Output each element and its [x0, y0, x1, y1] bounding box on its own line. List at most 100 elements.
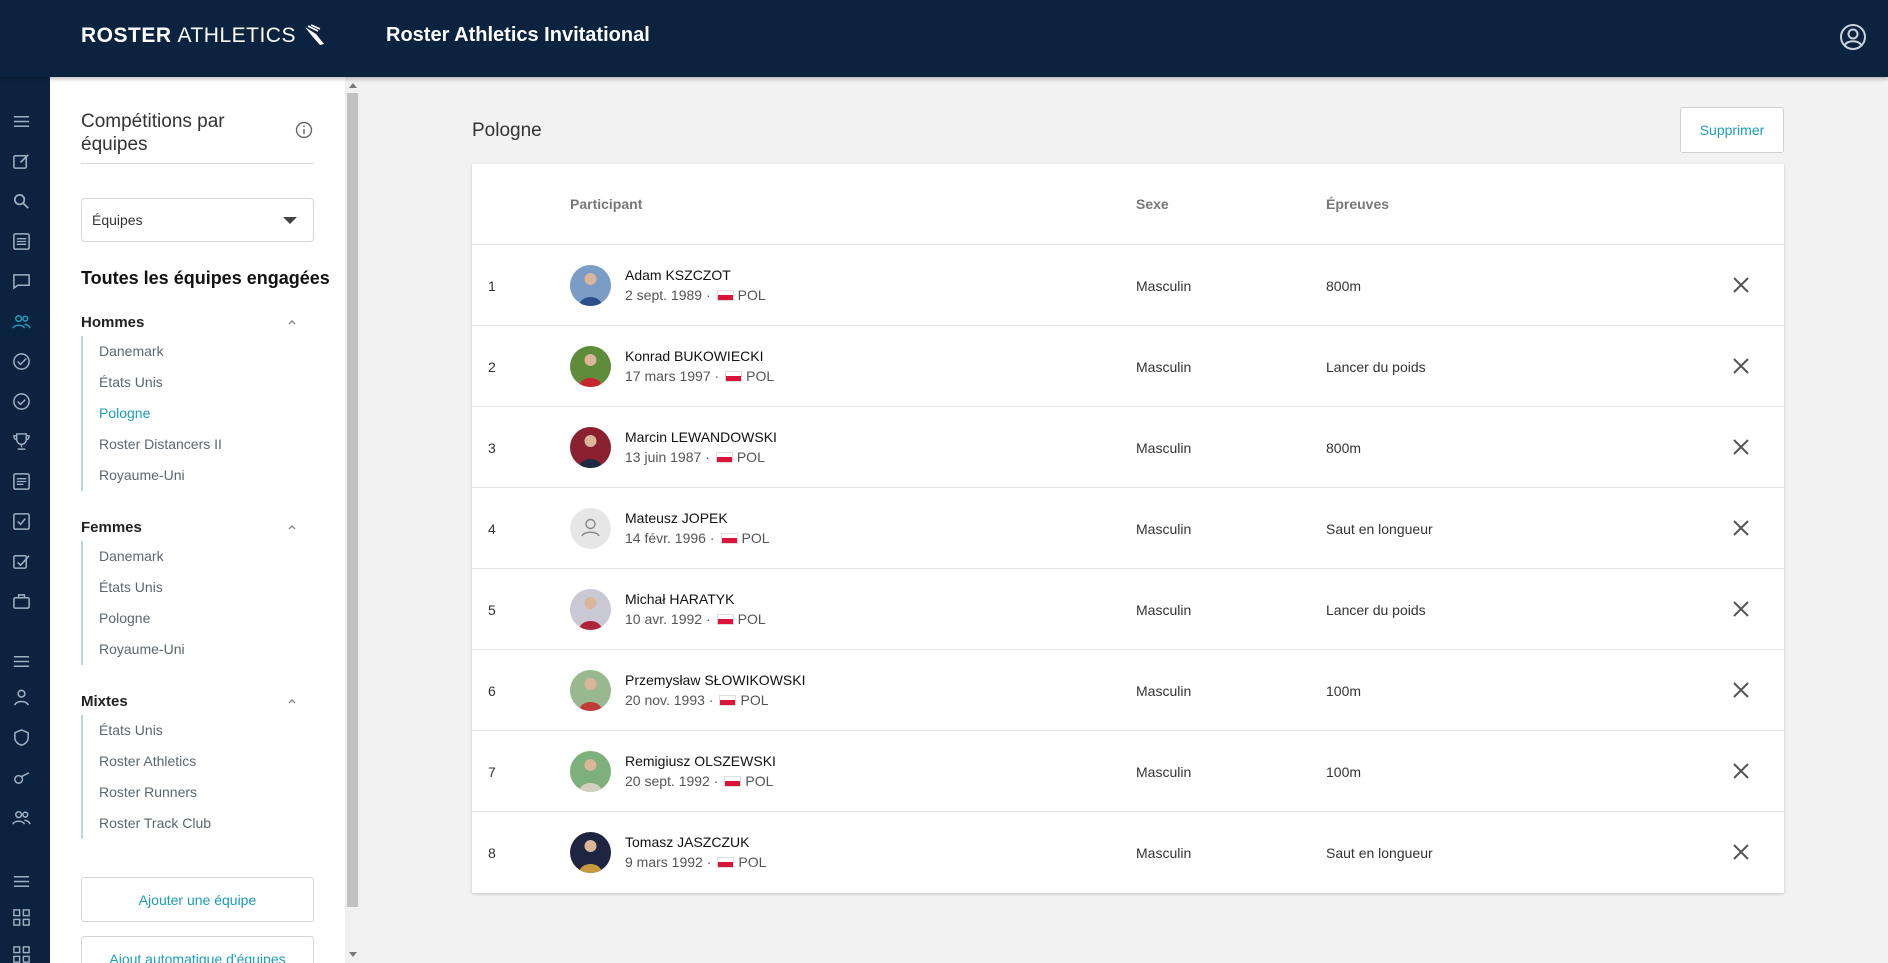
delete-team-button[interactable]: Supprimer [1680, 107, 1784, 153]
check-circle-outline-icon[interactable] [10, 390, 32, 412]
row-number: 8 [488, 845, 496, 861]
table-row: 7 Remigiusz OLSZEWSKI 20 sept. 1992 · POL Ma… [472, 731, 1784, 812]
person-icon[interactable] [10, 686, 32, 708]
avatar [570, 751, 611, 792]
team-item[interactable]: États Unis [83, 572, 185, 603]
panel-title: Compétitions par équipes [81, 111, 225, 155]
team-item[interactable]: Roster Runners [83, 777, 211, 808]
participant-name[interactable]: Konrad BUKOWIECKI [625, 348, 764, 364]
row-number: 1 [488, 278, 496, 294]
group-icon[interactable] [10, 806, 32, 828]
team-heading: Pologne [472, 120, 542, 141]
poland-flag-icon [719, 694, 737, 706]
edit-icon[interactable] [10, 150, 32, 172]
close-icon[interactable] [1731, 680, 1751, 700]
participant-name[interactable]: Michał HARATYK [625, 591, 734, 607]
add-team-button[interactable]: Ajouter une équipe [81, 877, 314, 922]
chat-icon[interactable] [10, 270, 32, 292]
team-item[interactable]: Danemark [83, 541, 185, 572]
close-icon[interactable] [1731, 437, 1751, 457]
briefcase-icon[interactable] [10, 590, 32, 612]
poland-flag-icon [715, 451, 733, 463]
team-item-active[interactable]: Pologne [83, 398, 222, 429]
row-number: 3 [488, 440, 496, 456]
close-icon[interactable] [1731, 518, 1751, 538]
avatar [570, 832, 611, 873]
grid-icon[interactable] [10, 943, 32, 963]
signature-check-icon[interactable] [10, 550, 32, 572]
participant-name[interactable]: Tomasz JASZCZUK [625, 834, 749, 850]
checkbox-icon[interactable] [10, 510, 32, 532]
menu-icon[interactable] [10, 870, 32, 892]
menu-icon[interactable] [10, 650, 32, 672]
group-name: Mixtes [81, 693, 128, 710]
participant-sex: Masculin [1136, 845, 1192, 861]
participant-meta: 14 févr. 1996 · POL [625, 530, 770, 546]
search-icon[interactable] [10, 190, 32, 212]
grid-icon[interactable] [10, 906, 32, 928]
view-select[interactable]: Équipes [81, 198, 314, 242]
close-icon[interactable] [1731, 356, 1751, 376]
scroll-down-arrow-icon[interactable] [349, 952, 357, 957]
account-icon[interactable] [1838, 22, 1868, 52]
participant-sex: Masculin [1136, 764, 1192, 780]
birth-date: 10 avr. 1992 · [625, 611, 711, 627]
close-icon[interactable] [1731, 842, 1751, 862]
column-sex: Sexe [1136, 196, 1169, 212]
group-header-hommes[interactable]: Hommes [81, 314, 306, 331]
trophy-icon[interactable] [10, 430, 32, 452]
participant-event: Saut en longueur [1326, 521, 1433, 537]
shield-icon[interactable] [10, 726, 32, 748]
participant-name[interactable]: Przemysław SŁOWIKOWSKI [625, 672, 805, 688]
team-item[interactable]: Danemark [83, 336, 222, 367]
group-name: Hommes [81, 314, 145, 331]
team-item[interactable]: Pologne [83, 603, 185, 634]
scroll-thumb[interactable] [347, 93, 358, 907]
team-item[interactable]: Roster Athletics [83, 746, 211, 777]
participant-sex: Masculin [1136, 521, 1192, 537]
group-header-mixtes[interactable]: Mixtes [81, 693, 306, 710]
country-code: POL [741, 530, 770, 546]
team-item[interactable]: États Unis [83, 715, 211, 746]
info-icon[interactable] [295, 121, 313, 139]
brand-name-light: ATHLETICS [177, 24, 296, 47]
menu-icon[interactable] [10, 110, 32, 132]
results-list-icon[interactable] [10, 470, 32, 492]
birth-date: 13 juin 1987 · [625, 449, 710, 465]
row-number: 7 [488, 764, 496, 780]
teams-icon[interactable] [10, 310, 32, 332]
country-code: POL [737, 611, 766, 627]
team-item[interactable]: États Unis [83, 367, 222, 398]
participant-name[interactable]: Mateusz JOPEK [625, 510, 728, 526]
participant-name[interactable]: Remigiusz OLSZEWSKI [625, 753, 776, 769]
team-item[interactable]: Royaume-Uni [83, 460, 222, 491]
table-row: 5 Michał HARATYK 10 avr. 1992 · POL Masculin… [472, 569, 1784, 650]
participants-table: Participant Sexe Épreuves 1 Adam KSZCZOT 2… [472, 164, 1784, 893]
close-icon[interactable] [1731, 599, 1751, 619]
team-item[interactable]: Roster Track Club [83, 808, 211, 839]
participant-event: Saut en longueur [1326, 845, 1433, 861]
scroll-up-arrow-icon[interactable] [349, 83, 357, 88]
group-header-femmes[interactable]: Femmes [81, 519, 306, 536]
team-item[interactable]: Royaume-Uni [83, 634, 185, 665]
panel-scrollbar[interactable] [345, 77, 360, 963]
list-icon[interactable] [10, 230, 32, 252]
birth-date: 9 mars 1992 · [625, 854, 712, 870]
close-icon[interactable] [1731, 761, 1751, 781]
avatar [570, 589, 611, 630]
avatar [570, 508, 611, 549]
brand-logo[interactable]: ROSTER ATHLETICS [81, 24, 328, 48]
participant-name[interactable]: Marcin LEWANDOWSKI [625, 429, 777, 445]
team-item[interactable]: Roster Distancers II [83, 429, 222, 460]
check-circle-icon[interactable] [10, 350, 32, 372]
avatar [570, 427, 611, 468]
close-icon[interactable] [1731, 275, 1751, 295]
brand-name-bold: ROSTER [81, 24, 172, 47]
icon-rail [0, 77, 50, 963]
poland-flag-icon [716, 613, 734, 625]
whistle-icon[interactable] [10, 766, 32, 788]
participant-meta: 20 nov. 1993 · POL [625, 692, 769, 708]
birth-date: 2 sept. 1989 · [625, 287, 711, 303]
participant-name[interactable]: Adam KSZCZOT [625, 267, 731, 283]
auto-add-teams-button[interactable]: Ajout automatique d'équipes [81, 936, 314, 963]
